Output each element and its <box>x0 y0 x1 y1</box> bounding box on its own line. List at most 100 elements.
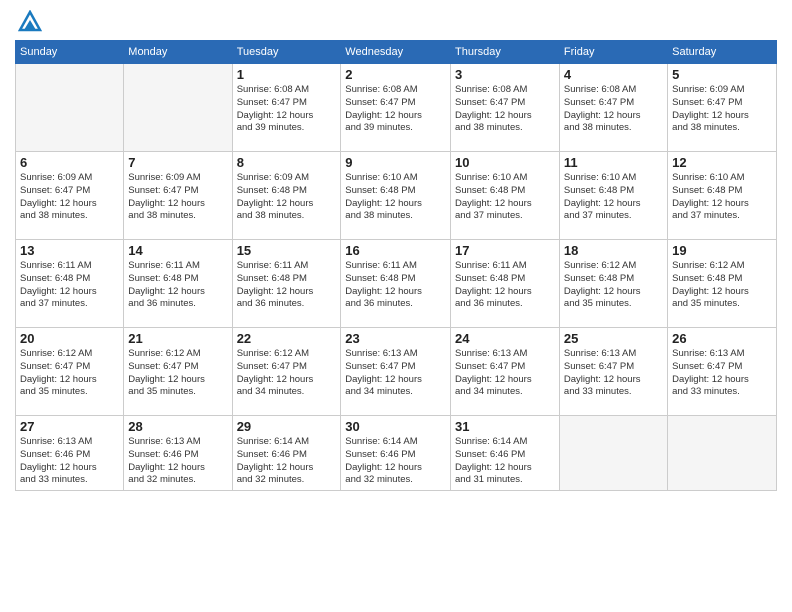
day-number: 13 <box>20 243 119 258</box>
day-cell <box>16 64 124 152</box>
day-cell: 26 Sunrise: 6:13 AM Sunset: 6:47 PM Dayli… <box>668 328 777 416</box>
day-detail: Sunrise: 6:12 AM Sunset: 6:48 PM Dayligh… <box>564 260 663 311</box>
day-detail: Sunrise: 6:08 AM Sunset: 6:47 PM Dayligh… <box>345 84 446 135</box>
day-detail: Sunrise: 6:10 AM Sunset: 6:48 PM Dayligh… <box>345 172 446 223</box>
weekday-header-monday: Monday <box>124 41 232 64</box>
day-detail: Sunrise: 6:11 AM Sunset: 6:48 PM Dayligh… <box>237 260 337 311</box>
day-cell: 5 Sunrise: 6:09 AM Sunset: 6:47 PM Daylig… <box>668 64 777 152</box>
day-cell: 22Sunrise: 6:12 AM Sunset: 6:47 PM Dayli… <box>232 328 341 416</box>
day-detail: Sunrise: 6:12 AM Sunset: 6:47 PM Dayligh… <box>20 348 119 399</box>
day-cell: 3Sunrise: 6:08 AM Sunset: 6:47 PM Daylig… <box>451 64 560 152</box>
day-detail: Sunrise: 6:09 AM Sunset: 6:47 PM Dayligh… <box>128 172 227 223</box>
day-cell: 19 Sunrise: 6:12 AM Sunset: 6:48 PM Dayli… <box>668 240 777 328</box>
day-cell: 23Sunrise: 6:13 AM Sunset: 6:47 PM Dayli… <box>341 328 451 416</box>
day-cell <box>559 416 667 491</box>
day-detail: Sunrise: 6:13 AM Sunset: 6:47 PM Dayligh… <box>672 348 772 399</box>
day-cell: 12Sunrise: 6:10 AM Sunset: 6:48 PM Dayli… <box>668 152 777 240</box>
weekday-header-friday: Friday <box>559 41 667 64</box>
logo-icon <box>18 10 42 32</box>
day-detail: Sunrise: 6:08 AM Sunset: 6:47 PM Dayligh… <box>237 84 337 135</box>
day-cell: 17 Sunrise: 6:11 AM Sunset: 6:48 PM Dayli… <box>451 240 560 328</box>
day-number: 18 <box>564 243 663 258</box>
day-detail: Sunrise: 6:11 AM Sunset: 6:48 PM Dayligh… <box>128 260 227 311</box>
day-cell <box>668 416 777 491</box>
header <box>15 10 777 32</box>
day-number: 5 <box>672 67 772 82</box>
day-cell: 25 Sunrise: 6:13 AM Sunset: 6:47 PM Dayli… <box>559 328 667 416</box>
day-number: 2 <box>345 67 446 82</box>
day-number: 27 <box>20 419 119 434</box>
day-cell: 11Sunrise: 6:10 AM Sunset: 6:48 PM Dayli… <box>559 152 667 240</box>
day-number: 3 <box>455 67 555 82</box>
day-number: 29 <box>237 419 337 434</box>
day-detail: Sunrise: 6:13 AM Sunset: 6:46 PM Dayligh… <box>20 436 119 487</box>
weekday-header-thursday: Thursday <box>451 41 560 64</box>
day-cell: 18 Sunrise: 6:12 AM Sunset: 6:48 PM Dayli… <box>559 240 667 328</box>
day-cell: 8 Sunrise: 6:09 AM Sunset: 6:48 PM Daylig… <box>232 152 341 240</box>
logo <box>15 10 42 32</box>
day-cell: 16 Sunrise: 6:11 AM Sunset: 6:48 PM Dayli… <box>341 240 451 328</box>
day-detail: Sunrise: 6:10 AM Sunset: 6:48 PM Dayligh… <box>672 172 772 223</box>
day-cell: 31 Sunrise: 6:14 AM Sunset: 6:46 PM Dayli… <box>451 416 560 491</box>
day-cell: 29 Sunrise: 6:14 AM Sunset: 6:46 PM Dayli… <box>232 416 341 491</box>
day-cell: 28 Sunrise: 6:13 AM Sunset: 6:46 PM Dayli… <box>124 416 232 491</box>
day-number: 31 <box>455 419 555 434</box>
day-detail: Sunrise: 6:14 AM Sunset: 6:46 PM Dayligh… <box>455 436 555 487</box>
week-row-5: 27 Sunrise: 6:13 AM Sunset: 6:46 PM Dayli… <box>16 416 777 491</box>
day-number: 4 <box>564 67 663 82</box>
day-number: 9 <box>345 155 446 170</box>
day-detail: Sunrise: 6:12 AM Sunset: 6:47 PM Dayligh… <box>128 348 227 399</box>
day-cell: 4 Sunrise: 6:08 AM Sunset: 6:47 PM Daylig… <box>559 64 667 152</box>
day-detail: Sunrise: 6:14 AM Sunset: 6:46 PM Dayligh… <box>237 436 337 487</box>
day-cell: 10Sunrise: 6:10 AM Sunset: 6:48 PM Dayli… <box>451 152 560 240</box>
day-number: 1 <box>237 67 337 82</box>
week-row-2: 6Sunrise: 6:09 AM Sunset: 6:47 PM Daylig… <box>16 152 777 240</box>
day-number: 19 <box>672 243 772 258</box>
day-detail: Sunrise: 6:12 AM Sunset: 6:48 PM Dayligh… <box>672 260 772 311</box>
day-number: 7 <box>128 155 227 170</box>
day-number: 10 <box>455 155 555 170</box>
day-detail: Sunrise: 6:09 AM Sunset: 6:47 PM Dayligh… <box>672 84 772 135</box>
day-cell: 9 Sunrise: 6:10 AM Sunset: 6:48 PM Daylig… <box>341 152 451 240</box>
week-row-1: 1 Sunrise: 6:08 AM Sunset: 6:47 PM Daylig… <box>16 64 777 152</box>
day-number: 30 <box>345 419 446 434</box>
weekday-header-wednesday: Wednesday <box>341 41 451 64</box>
day-number: 28 <box>128 419 227 434</box>
day-detail: Sunrise: 6:12 AM Sunset: 6:47 PM Dayligh… <box>237 348 337 399</box>
day-cell: 6Sunrise: 6:09 AM Sunset: 6:47 PM Daylig… <box>16 152 124 240</box>
page: SundayMondayTuesdayWednesdayThursdayFrid… <box>0 0 792 612</box>
day-detail: Sunrise: 6:11 AM Sunset: 6:48 PM Dayligh… <box>455 260 555 311</box>
day-detail: Sunrise: 6:09 AM Sunset: 6:47 PM Dayligh… <box>20 172 119 223</box>
day-detail: Sunrise: 6:13 AM Sunset: 6:47 PM Dayligh… <box>345 348 446 399</box>
weekday-header-saturday: Saturday <box>668 41 777 64</box>
weekday-header-row: SundayMondayTuesdayWednesdayThursdayFrid… <box>16 41 777 64</box>
week-row-4: 20 Sunrise: 6:12 AM Sunset: 6:47 PM Dayli… <box>16 328 777 416</box>
day-number: 8 <box>237 155 337 170</box>
day-cell <box>124 64 232 152</box>
day-detail: Sunrise: 6:13 AM Sunset: 6:47 PM Dayligh… <box>564 348 663 399</box>
day-cell: 13Sunrise: 6:11 AM Sunset: 6:48 PM Dayli… <box>16 240 124 328</box>
day-detail: Sunrise: 6:14 AM Sunset: 6:46 PM Dayligh… <box>345 436 446 487</box>
day-detail: Sunrise: 6:13 AM Sunset: 6:46 PM Dayligh… <box>128 436 227 487</box>
day-cell: 15 Sunrise: 6:11 AM Sunset: 6:48 PM Dayli… <box>232 240 341 328</box>
day-number: 17 <box>455 243 555 258</box>
day-number: 24 <box>455 331 555 346</box>
day-number: 14 <box>128 243 227 258</box>
day-cell: 27 Sunrise: 6:13 AM Sunset: 6:46 PM Dayli… <box>16 416 124 491</box>
day-detail: Sunrise: 6:08 AM Sunset: 6:47 PM Dayligh… <box>564 84 663 135</box>
day-cell: 1 Sunrise: 6:08 AM Sunset: 6:47 PM Daylig… <box>232 64 341 152</box>
day-number: 15 <box>237 243 337 258</box>
day-number: 25 <box>564 331 663 346</box>
day-number: 20 <box>20 331 119 346</box>
day-cell: 30 Sunrise: 6:14 AM Sunset: 6:46 PM Dayli… <box>341 416 451 491</box>
day-number: 16 <box>345 243 446 258</box>
day-cell: 7 Sunrise: 6:09 AM Sunset: 6:47 PM Daylig… <box>124 152 232 240</box>
day-detail: Sunrise: 6:13 AM Sunset: 6:47 PM Dayligh… <box>455 348 555 399</box>
day-cell: 2 Sunrise: 6:08 AM Sunset: 6:47 PM Daylig… <box>341 64 451 152</box>
day-cell: 21Sunrise: 6:12 AM Sunset: 6:47 PM Dayli… <box>124 328 232 416</box>
weekday-header-sunday: Sunday <box>16 41 124 64</box>
day-detail: Sunrise: 6:09 AM Sunset: 6:48 PM Dayligh… <box>237 172 337 223</box>
day-number: 26 <box>672 331 772 346</box>
day-detail: Sunrise: 6:11 AM Sunset: 6:48 PM Dayligh… <box>345 260 446 311</box>
calendar-table: SundayMondayTuesdayWednesdayThursdayFrid… <box>15 40 777 491</box>
